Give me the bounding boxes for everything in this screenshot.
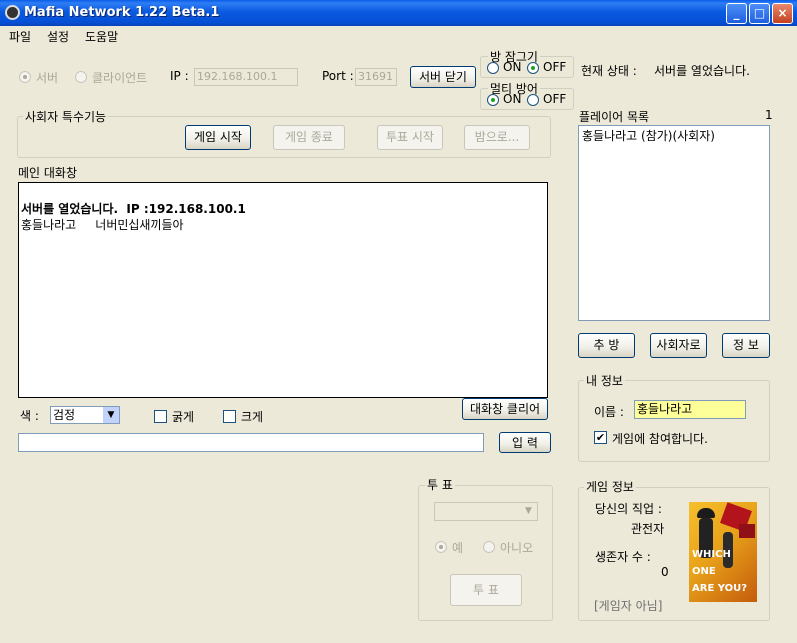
role-poster-image: WHICH ONE ARE YOU? [689,502,757,602]
kick-button[interactable]: 추 방 [578,333,635,358]
color-select[interactable]: 검정 ▼ [50,406,120,424]
multi-protect-off-label: OFF [543,92,567,106]
name-label: 이름 : [594,405,624,419]
my-info-group [578,380,770,462]
ip-label: IP : [170,69,189,83]
bold-label: 굵게 [172,410,195,424]
room-lock-on-label: ON [503,60,522,74]
participate-checkbox[interactable]: ✔ [594,431,607,444]
title-bar[interactable]: Mafia Network 1.22 Beta.1 _ □ × [0,0,797,26]
window-title: Mafia Network 1.22 Beta.1 [24,5,220,20]
participate-label: 게임에 참여합니다. [612,432,708,446]
room-lock-off-label: OFF [543,60,567,74]
end-game-button[interactable]: 게임 종료 [273,125,345,150]
menu-file[interactable]: 파일 [9,28,31,45]
player-info-button[interactable]: 정 보 [722,333,770,358]
poster-caption-line: ARE YOU? [692,583,748,594]
color-select-value: 검정 [53,408,76,422]
poster-shape [739,524,755,538]
bold-checkbox[interactable] [154,410,167,423]
game-info-title: 게임 정보 [584,478,636,495]
menu-help[interactable]: 도움말 [85,28,118,45]
hat-icon [697,508,715,518]
app-icon [5,5,20,20]
color-label: 색 : [20,409,39,423]
vote-title: 투 표 [425,476,455,493]
chat-line: 서버를 열었습니다. IP :192.168.100.1 [21,202,246,216]
minimize-button[interactable]: _ [726,3,747,24]
close-button[interactable]: × [772,3,793,24]
multi-protect-off-radio[interactable] [527,94,539,106]
send-button[interactable]: 입 력 [499,432,551,453]
vote-yes-radio[interactable] [435,541,447,553]
vote-no-radio[interactable] [483,541,495,553]
to-night-button[interactable]: 밤으로... [464,125,530,150]
multi-protect-on-label: ON [503,92,522,106]
port-label: Port : [322,69,354,83]
player-list-item[interactable]: 홍들나라고 (참가)(사회자) [582,127,715,144]
chevron-down-icon[interactable]: ▼ [103,407,119,423]
player-status: [게임자 아님] [594,599,663,613]
player-list[interactable]: 홍들나라고 (참가)(사회자) [578,125,770,321]
status-value: 서버를 열었습니다. [654,64,750,78]
port-input[interactable]: 31691 [355,68,397,86]
client-radio-label: 클라이언트 [92,71,148,85]
room-lock-on-radio[interactable] [487,62,499,74]
clear-chat-button[interactable]: 대화창 클리어 [462,398,548,420]
make-host-button[interactable]: 사회자로 [650,333,707,358]
ip-input[interactable]: 192.168.100.1 [194,68,298,86]
main-chat-area[interactable]: 서버를 열었습니다. IP :192.168.100.1 홍들나라고 너버민십새… [18,182,548,398]
large-label: 크게 [241,410,264,424]
poster-caption: WHICH ONE ARE YOU? [692,546,747,597]
vote-no-label: 아니오 [500,541,534,555]
server-radio-label: 서버 [36,71,59,85]
job-value: 관전자 [631,522,665,536]
chat-input[interactable] [18,433,484,452]
multi-protect-on-radio[interactable] [487,94,499,106]
host-functions-title: 사회자 특수기능 [23,108,109,125]
main-chat-title: 메인 대화창 [18,166,78,180]
menu-settings[interactable]: 설정 [47,28,69,45]
chat-line: 홍들나라고 너버민십새끼들아 [21,218,184,232]
player-list-title: 플레이어 목록 [579,110,650,124]
menu-bar: 파일 설정 도움말 [0,26,797,45]
close-server-button[interactable]: 서버 닫기 [410,66,476,88]
server-radio[interactable] [19,71,31,83]
maximize-button[interactable]: □ [749,3,770,24]
alive-label: 생존자 수 : [595,550,651,564]
start-game-button[interactable]: 게임 시작 [185,125,251,150]
client-radio[interactable] [75,71,87,83]
start-vote-button[interactable]: 투표 시작 [377,125,443,150]
poster-caption-line: ONE [692,566,716,577]
job-label: 당신의 직업 : [595,502,662,516]
my-info-title: 내 정보 [584,372,625,389]
large-checkbox[interactable] [223,410,236,423]
vote-select[interactable]: ▼ [434,502,538,521]
room-lock-off-radio[interactable] [527,62,539,74]
chevron-down-icon[interactable]: ▼ [521,504,536,519]
vote-yes-label: 예 [452,541,464,555]
status-label: 현재 상태 : [581,64,637,78]
name-field[interactable]: 홍들나라고 [634,400,746,419]
alive-value: 0 [661,565,669,579]
vote-button[interactable]: 투 표 [450,574,522,606]
player-count: 1 [765,108,773,122]
poster-caption-line: WHICH [692,549,731,560]
